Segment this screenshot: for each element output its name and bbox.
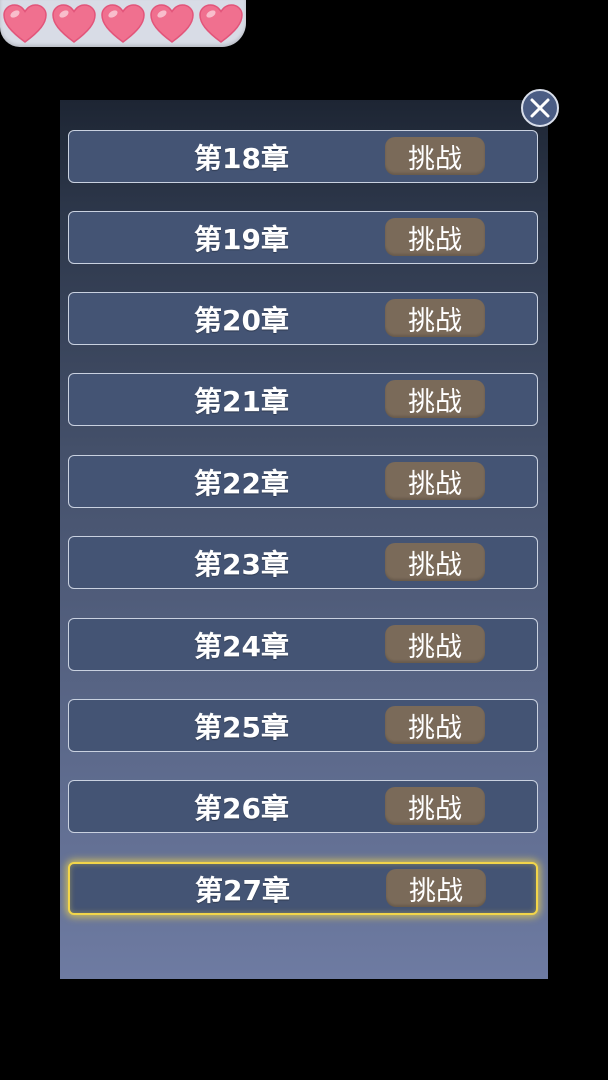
chapter-label: 第18章	[194, 141, 289, 175]
chapter-label: 第26章	[194, 791, 289, 825]
chapter-label: 第21章	[194, 384, 289, 418]
challenge-button[interactable]: 挑战	[385, 299, 485, 337]
heart-icon	[147, 2, 196, 46]
heart-icon	[98, 2, 147, 46]
chapter-row-26[interactable]: 第26章 挑战	[68, 780, 538, 833]
chapter-label: 第25章	[194, 710, 289, 744]
chapter-row-27-selected[interactable]: 第27章 挑战	[68, 862, 538, 915]
heart-icon	[196, 2, 245, 46]
heart-icon	[0, 2, 49, 46]
chapter-label: 第22章	[194, 466, 289, 500]
chapter-row-23[interactable]: 第23章 挑战	[68, 536, 538, 589]
chapter-label: 第24章	[194, 629, 289, 663]
challenge-button[interactable]: 挑战	[385, 543, 485, 581]
close-button[interactable]	[521, 89, 559, 127]
challenge-button[interactable]: 挑战	[385, 706, 485, 744]
challenge-button[interactable]: 挑战	[385, 380, 485, 418]
challenge-button[interactable]: 挑战	[385, 787, 485, 825]
chapter-row-22[interactable]: 第22章 挑战	[68, 455, 538, 508]
chapter-row-20[interactable]: 第20章 挑战	[68, 292, 538, 345]
chapter-select-panel: 第18章 挑战 第19章 挑战 第20章 挑战 第21章 挑战 第22章 挑战 …	[60, 100, 548, 979]
challenge-button[interactable]: 挑战	[385, 218, 485, 256]
heart-icon	[49, 2, 98, 46]
chapter-row-25[interactable]: 第25章 挑战	[68, 699, 538, 752]
chapter-row-18[interactable]: 第18章 挑战	[68, 130, 538, 183]
chapter-row-19[interactable]: 第19章 挑战	[68, 211, 538, 264]
lives-bar	[0, 0, 246, 47]
chapter-label: 第20章	[194, 303, 289, 337]
chapter-label: 第19章	[194, 222, 289, 256]
challenge-button[interactable]: 挑战	[385, 625, 485, 663]
challenge-button[interactable]: 挑战	[386, 869, 486, 907]
chapter-label: 第27章	[195, 873, 290, 907]
chapter-row-24[interactable]: 第24章 挑战	[68, 618, 538, 671]
chapter-label: 第23章	[194, 547, 289, 581]
challenge-button[interactable]: 挑战	[385, 137, 485, 175]
challenge-button[interactable]: 挑战	[385, 462, 485, 500]
close-icon	[530, 98, 550, 118]
chapter-row-21[interactable]: 第21章 挑战	[68, 373, 538, 426]
